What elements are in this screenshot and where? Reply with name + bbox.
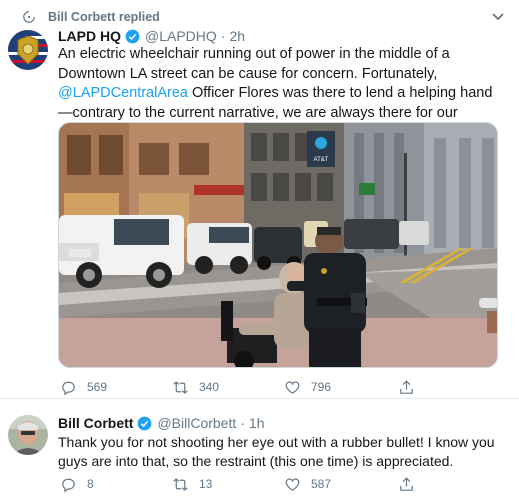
like-count: 796 <box>311 380 332 394</box>
reply-icon <box>62 478 75 492</box>
share-button[interactable] <box>398 378 425 396</box>
reply-arrow-icon <box>23 11 35 23</box>
reply-count: 8 <box>87 477 94 491</box>
reply-count: 569 <box>87 380 108 394</box>
mention-link[interactable]: @LAPDCentralArea <box>58 85 188 101</box>
chevron-down-icon[interactable] <box>491 12 505 22</box>
author-handle[interactable]: @BillCorbett <box>157 415 236 431</box>
retweet-button[interactable]: 340 <box>172 378 219 396</box>
heart-icon <box>285 478 300 491</box>
timestamp[interactable]: 1h <box>249 415 265 431</box>
like-count: 587 <box>311 477 332 491</box>
avatar[interactable] <box>8 30 48 70</box>
author-name[interactable]: Bill Corbett <box>58 415 133 431</box>
avatar[interactable] <box>8 415 48 455</box>
separator-dot: · <box>240 415 245 431</box>
separator-dot: · <box>220 28 226 44</box>
author-handle[interactable]: @LAPDHQ <box>145 28 217 44</box>
tweet[interactable]: LAPD HQ @LAPDHQ · 2h An electric wheelch… <box>0 26 519 396</box>
verified-badge-icon <box>125 29 140 43</box>
retweet-count: 13 <box>199 477 213 491</box>
reply-icon <box>62 381 75 395</box>
share-icon <box>400 476 413 491</box>
like-button[interactable]: 587 <box>284 475 331 493</box>
tweet-actions: 8 13 587 <box>60 475 480 493</box>
retweet-button[interactable]: 13 <box>172 475 212 493</box>
heart-icon <box>285 381 300 394</box>
tweet-photo[interactable]: AT&T <box>58 122 498 368</box>
timestamp[interactable]: 2h <box>229 28 245 44</box>
replied-label: Bill Corbett replied <box>48 10 160 24</box>
retweet-count: 340 <box>199 380 220 394</box>
tweet-text-part: An electric wheelchair running out of po… <box>58 46 450 82</box>
replied-context: Bill Corbett replied <box>22 8 160 26</box>
tweet-text: Thank you for not shooting her eye out w… <box>58 434 495 469</box>
like-button[interactable]: 796 <box>284 378 331 396</box>
tweet-header: LAPD HQ @LAPDHQ · 2h <box>58 26 245 46</box>
verified-badge-icon <box>138 416 152 430</box>
share-button[interactable] <box>398 475 425 493</box>
tweet-actions: 569 340 796 <box>60 378 480 396</box>
share-icon <box>400 379 413 394</box>
author-name[interactable]: LAPD HQ <box>58 28 121 44</box>
tweet[interactable]: Bill Corbett @BillCorbett · 1h Thank you… <box>0 398 519 500</box>
reply-button[interactable]: 8 <box>60 475 94 493</box>
sign-text: AT&T <box>314 157 329 163</box>
retweet-icon <box>173 380 188 394</box>
reply-button[interactable]: 569 <box>60 378 107 396</box>
retweet-icon <box>173 477 188 491</box>
tweet-header: Bill Corbett @BillCorbett · 1h <box>58 413 265 433</box>
